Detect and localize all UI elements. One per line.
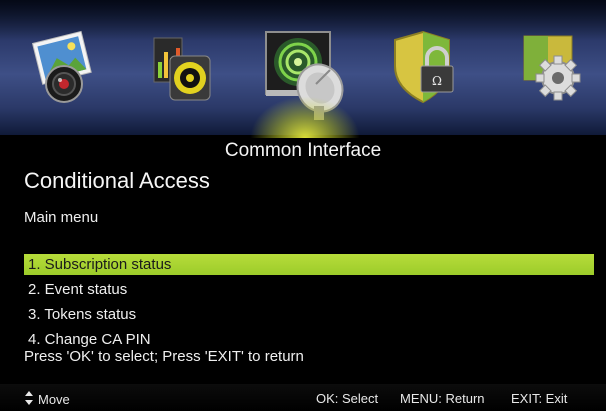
section-title: Common Interface (224, 140, 382, 161)
music-icon[interactable] (140, 22, 220, 112)
selection-glow (250, 96, 360, 138)
menu-caption: Main menu (24, 209, 99, 226)
help-menu-return: MENU: Return (400, 391, 485, 406)
help-bar: Move OK: Select MENU: Return EXIT: Exit (0, 384, 606, 411)
page-title: Conditional Access (24, 168, 210, 193)
settings-icon[interactable] (510, 22, 590, 112)
menu-item-tokens-status[interactable]: 3. Tokens status (24, 304, 594, 325)
menu-item-subscription-status[interactable]: 1. Subscription status (24, 254, 594, 275)
help-move: Move (24, 391, 70, 408)
menu-item-change-ca-pin[interactable]: 4. Change CA PIN (24, 329, 594, 350)
instruction-text: Press 'OK' to select; Press 'EXIT' to re… (24, 348, 304, 365)
help-ok-select: OK: Select (316, 391, 379, 406)
help-move-label: Move (38, 392, 70, 407)
parental-lock-icon[interactable]: Ω (383, 22, 463, 112)
menu-item-event-status[interactable]: 2. Event status (24, 279, 594, 300)
ca-main-menu: 1. Subscription status 2. Event status 3… (24, 254, 594, 354)
help-exit: EXIT: Exit (511, 391, 568, 406)
pictures-icon[interactable] (28, 22, 108, 112)
svg-text:Ω: Ω (432, 74, 442, 88)
up-down-arrow-icon (24, 391, 34, 408)
top-menu-bar: Ω (0, 0, 606, 138)
